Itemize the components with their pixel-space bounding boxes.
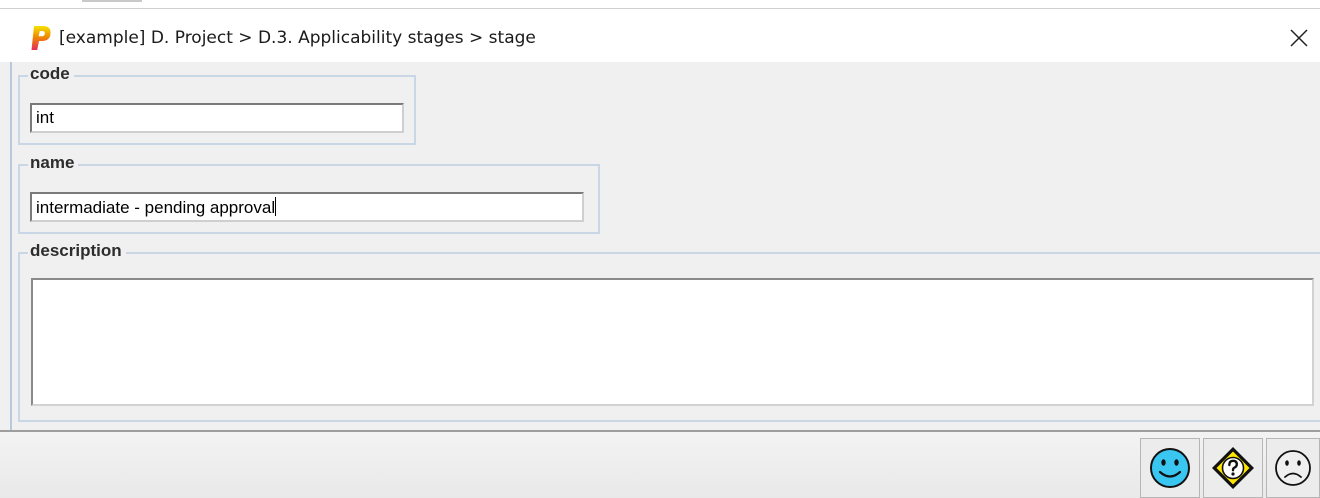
- help-button[interactable]: [1203, 438, 1263, 498]
- dialog-window: [example] D. Project > D.3. Applicabilit…: [0, 0, 1320, 498]
- name-input[interactable]: intermadiate - pending approval: [30, 192, 584, 222]
- app-logo-icon: [31, 26, 51, 50]
- description-textarea[interactable]: [31, 278, 1314, 406]
- window-title: [example] D. Project > D.3. Applicabilit…: [59, 28, 536, 48]
- question-diamond-icon: [1212, 447, 1254, 489]
- code-label: code: [28, 64, 74, 84]
- close-icon: [1290, 29, 1308, 47]
- description-label: description: [28, 241, 126, 261]
- form-panel: code name intermadiate - pending approva…: [10, 62, 1320, 430]
- ok-button[interactable]: [1140, 438, 1200, 498]
- code-group: code: [18, 64, 416, 145]
- description-group: description: [18, 241, 1320, 422]
- button-bar: [0, 432, 1320, 498]
- code-input[interactable]: [30, 103, 404, 133]
- close-button[interactable]: [1283, 22, 1315, 54]
- name-input-value: intermadiate - pending approval: [36, 198, 276, 217]
- sad-face-icon: [1275, 450, 1311, 486]
- name-label: name: [28, 153, 79, 173]
- name-group: name intermadiate - pending approval: [18, 153, 600, 234]
- title-bar-top-border: [0, 8, 1320, 9]
- smiley-face-icon: [1150, 448, 1190, 488]
- text-caret: [275, 197, 277, 216]
- cancel-button[interactable]: [1266, 438, 1320, 498]
- title-bar: [example] D. Project > D.3. Applicabilit…: [0, 0, 1320, 62]
